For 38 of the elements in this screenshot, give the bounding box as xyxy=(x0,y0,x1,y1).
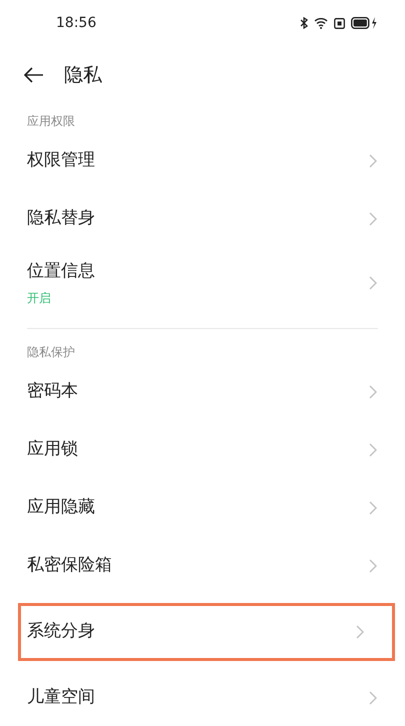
section-header: 应用权限 xyxy=(27,113,75,130)
chevron-right-icon xyxy=(369,443,377,457)
row-label: 私密保险箱 xyxy=(27,554,112,578)
row-label: 系统分身 xyxy=(27,620,95,644)
row-label: 应用隐藏 xyxy=(27,496,95,520)
row-label: 儿童空间 xyxy=(27,686,95,710)
chevron-right-icon xyxy=(369,559,377,573)
chevron-right-icon xyxy=(369,501,377,515)
page-title: 隐私 xyxy=(64,62,102,88)
chevron-right-icon xyxy=(369,691,377,705)
bluetooth-icon xyxy=(300,17,308,29)
settings-row[interactable]: 密码本 xyxy=(0,363,405,421)
row-status: 开启 xyxy=(27,290,52,307)
chevron-right-icon xyxy=(369,385,377,399)
sim-icon xyxy=(334,18,345,28)
battery-charging-icon xyxy=(351,17,377,29)
back-arrow-icon xyxy=(24,67,44,83)
status-time: 18:56 xyxy=(56,14,96,32)
chevron-right-icon xyxy=(356,625,364,639)
row-label: 权限管理 xyxy=(27,149,95,172)
row-label: 应用锁 xyxy=(27,438,78,462)
settings-row[interactable]: 位置信息 开启 xyxy=(0,248,405,318)
settings-row[interactable]: 应用隐藏 xyxy=(0,479,405,537)
settings-row[interactable]: 权限管理 xyxy=(0,132,405,190)
row-label: 隐私替身 xyxy=(27,207,95,230)
back-button[interactable] xyxy=(24,67,44,83)
chevron-right-icon xyxy=(369,212,377,226)
wifi-icon xyxy=(314,17,328,29)
chevron-right-icon xyxy=(369,276,377,290)
row-label: 密码本 xyxy=(27,380,78,404)
settings-row[interactable]: 应用锁 xyxy=(0,421,405,479)
section-header: 隐私保护 xyxy=(27,344,75,361)
chevron-right-icon xyxy=(369,154,377,168)
row-label: 位置信息 xyxy=(27,260,95,284)
settings-row[interactable]: 系统分身 xyxy=(18,603,395,661)
settings-row[interactable]: 儿童空间 xyxy=(0,669,405,726)
settings-row[interactable]: 隐私替身 xyxy=(0,190,405,248)
settings-row[interactable]: 私密保险箱 xyxy=(0,537,405,595)
